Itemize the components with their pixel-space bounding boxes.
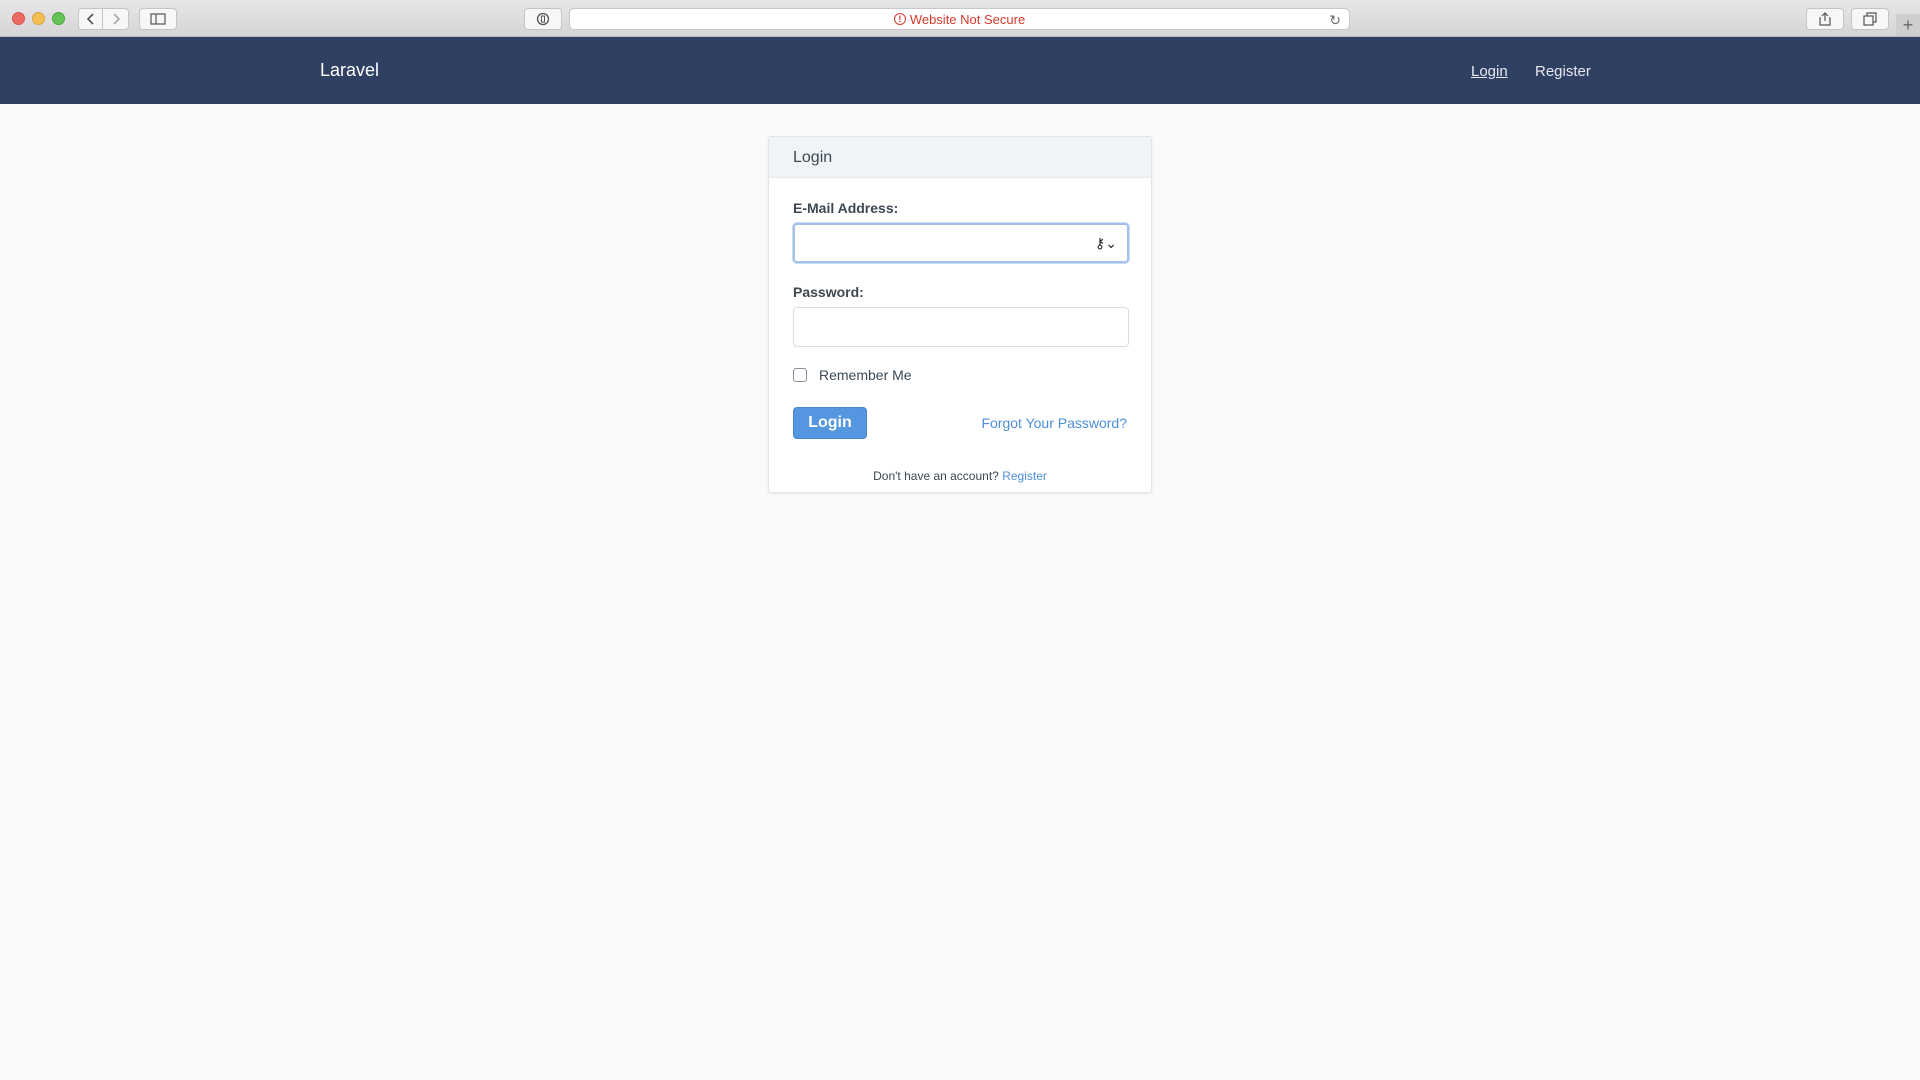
close-window-button[interactable] <box>12 12 25 25</box>
register-link[interactable]: Register <box>1002 469 1047 483</box>
back-button[interactable] <box>78 8 103 30</box>
register-prompt-text: Don't have an account? <box>873 469 999 483</box>
forgot-password-link[interactable]: Forgot Your Password? <box>981 415 1127 431</box>
password-autofill-key-icon[interactable]: ⚷⌄ <box>1095 235 1117 252</box>
tabs-icon <box>1863 12 1877 26</box>
sidebar-button[interactable] <box>139 8 177 30</box>
email-field[interactable] <box>793 223 1129 263</box>
minimize-window-button[interactable] <box>32 12 45 25</box>
address-text: Website Not Secure <box>909 11 1026 27</box>
privacy-icon <box>536 12 550 26</box>
remember-me-checkbox[interactable] <box>793 368 807 382</box>
card-title: Login <box>769 137 1151 178</box>
back-icon <box>86 13 94 25</box>
fullscreen-window-button[interactable] <box>52 12 65 25</box>
email-label: E-Mail Address: <box>793 200 899 216</box>
register-prompt: Don't have an account? Register <box>769 469 1151 483</box>
forward-button[interactable] <box>103 8 129 30</box>
warning-icon: ! <box>893 13 906 25</box>
privacy-button[interactable] <box>524 8 562 30</box>
nav-register-link[interactable]: Register <box>1535 63 1591 80</box>
login-card: Login E-Mail Address: ⚷⌄ Password: Remem… <box>768 136 1152 493</box>
new-tab-icon[interactable]: + <box>1896 14 1920 36</box>
password-field[interactable] <box>793 307 1129 347</box>
remember-me-label[interactable]: Remember Me <box>819 367 912 383</box>
login-button[interactable]: Login <box>793 407 867 439</box>
nav-login-link[interactable]: Login <box>1471 63 1508 80</box>
site-navbar: Laravel Login Register <box>0 37 1920 104</box>
sidebar-icon <box>150 13 166 25</box>
address-bar[interactable]: ! Website Not Secure ↻ <box>569 8 1350 30</box>
browser-toolbar: ! Website Not Secure ↻ + <box>0 0 1920 37</box>
password-label: Password: <box>793 284 864 300</box>
tabs-overview-button[interactable] <box>1851 8 1889 30</box>
brand-link[interactable]: Laravel <box>320 60 379 81</box>
share-icon <box>1819 12 1831 26</box>
reload-icon[interactable]: ↻ <box>1329 12 1341 29</box>
forward-icon <box>112 13 120 25</box>
share-button[interactable] <box>1806 8 1844 30</box>
